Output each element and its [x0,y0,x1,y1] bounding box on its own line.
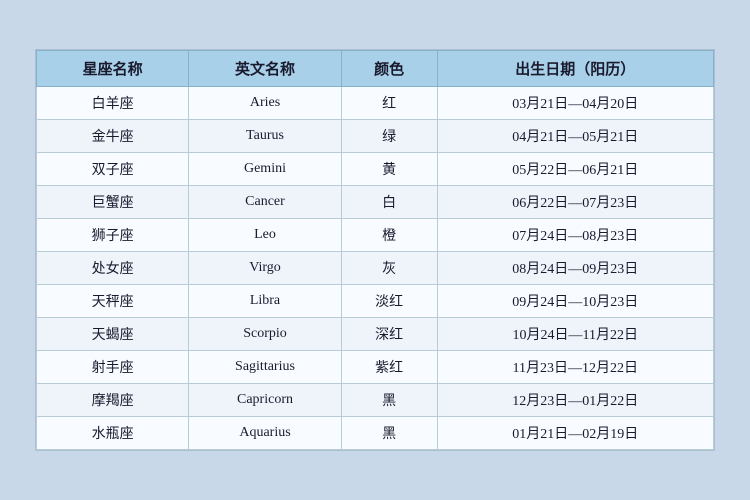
table-row: 白羊座Aries红03月21日—04月20日 [37,87,714,120]
table-row: 水瓶座Aquarius黑01月21日—02月19日 [37,417,714,450]
zodiac-table: 星座名称 英文名称 颜色 出生日期（阳历） 白羊座Aries红03月21日—04… [36,50,714,450]
cell-english-name: Scorpio [189,318,341,351]
cell-color: 灰 [341,252,437,285]
cell-color: 白 [341,186,437,219]
table-header-row: 星座名称 英文名称 颜色 出生日期（阳历） [37,51,714,87]
table-row: 狮子座Leo橙07月24日—08月23日 [37,219,714,252]
cell-dates: 08月24日—09月23日 [437,252,713,285]
cell-dates: 12月23日—01月22日 [437,384,713,417]
cell-chinese-name: 金牛座 [37,120,189,153]
cell-chinese-name: 天秤座 [37,285,189,318]
cell-english-name: Virgo [189,252,341,285]
cell-chinese-name: 射手座 [37,351,189,384]
cell-chinese-name: 狮子座 [37,219,189,252]
header-color: 颜色 [341,51,437,87]
cell-dates: 04月21日—05月21日 [437,120,713,153]
table-body: 白羊座Aries红03月21日—04月20日金牛座Taurus绿04月21日—0… [37,87,714,450]
cell-color: 红 [341,87,437,120]
cell-english-name: Sagittarius [189,351,341,384]
table-row: 摩羯座Capricorn黑12月23日—01月22日 [37,384,714,417]
cell-dates: 06月22日—07月23日 [437,186,713,219]
table-row: 天蝎座Scorpio深红10月24日—11月22日 [37,318,714,351]
cell-chinese-name: 白羊座 [37,87,189,120]
cell-dates: 03月21日—04月20日 [437,87,713,120]
cell-english-name: Libra [189,285,341,318]
cell-color: 淡红 [341,285,437,318]
cell-dates: 01月21日—02月19日 [437,417,713,450]
cell-dates: 07月24日—08月23日 [437,219,713,252]
cell-color: 橙 [341,219,437,252]
cell-english-name: Leo [189,219,341,252]
table-row: 天秤座Libra淡红09月24日—10月23日 [37,285,714,318]
cell-english-name: Aquarius [189,417,341,450]
cell-dates: 11月23日—12月22日 [437,351,713,384]
cell-dates: 09月24日—10月23日 [437,285,713,318]
cell-color: 黄 [341,153,437,186]
cell-color: 绿 [341,120,437,153]
cell-dates: 10月24日—11月22日 [437,318,713,351]
cell-chinese-name: 水瓶座 [37,417,189,450]
cell-chinese-name: 双子座 [37,153,189,186]
cell-chinese-name: 摩羯座 [37,384,189,417]
zodiac-table-container: 星座名称 英文名称 颜色 出生日期（阳历） 白羊座Aries红03月21日—04… [35,49,715,451]
cell-color: 黑 [341,417,437,450]
table-row: 金牛座Taurus绿04月21日—05月21日 [37,120,714,153]
header-english-name: 英文名称 [189,51,341,87]
cell-chinese-name: 巨蟹座 [37,186,189,219]
cell-english-name: Capricorn [189,384,341,417]
cell-color: 深红 [341,318,437,351]
cell-chinese-name: 天蝎座 [37,318,189,351]
table-row: 射手座Sagittarius紫红11月23日—12月22日 [37,351,714,384]
cell-color: 紫红 [341,351,437,384]
cell-english-name: Gemini [189,153,341,186]
cell-color: 黑 [341,384,437,417]
table-row: 双子座Gemini黄05月22日—06月21日 [37,153,714,186]
cell-english-name: Taurus [189,120,341,153]
table-row: 巨蟹座Cancer白06月22日—07月23日 [37,186,714,219]
cell-dates: 05月22日—06月21日 [437,153,713,186]
cell-chinese-name: 处女座 [37,252,189,285]
table-row: 处女座Virgo灰08月24日—09月23日 [37,252,714,285]
header-dates: 出生日期（阳历） [437,51,713,87]
header-chinese-name: 星座名称 [37,51,189,87]
cell-english-name: Aries [189,87,341,120]
cell-english-name: Cancer [189,186,341,219]
